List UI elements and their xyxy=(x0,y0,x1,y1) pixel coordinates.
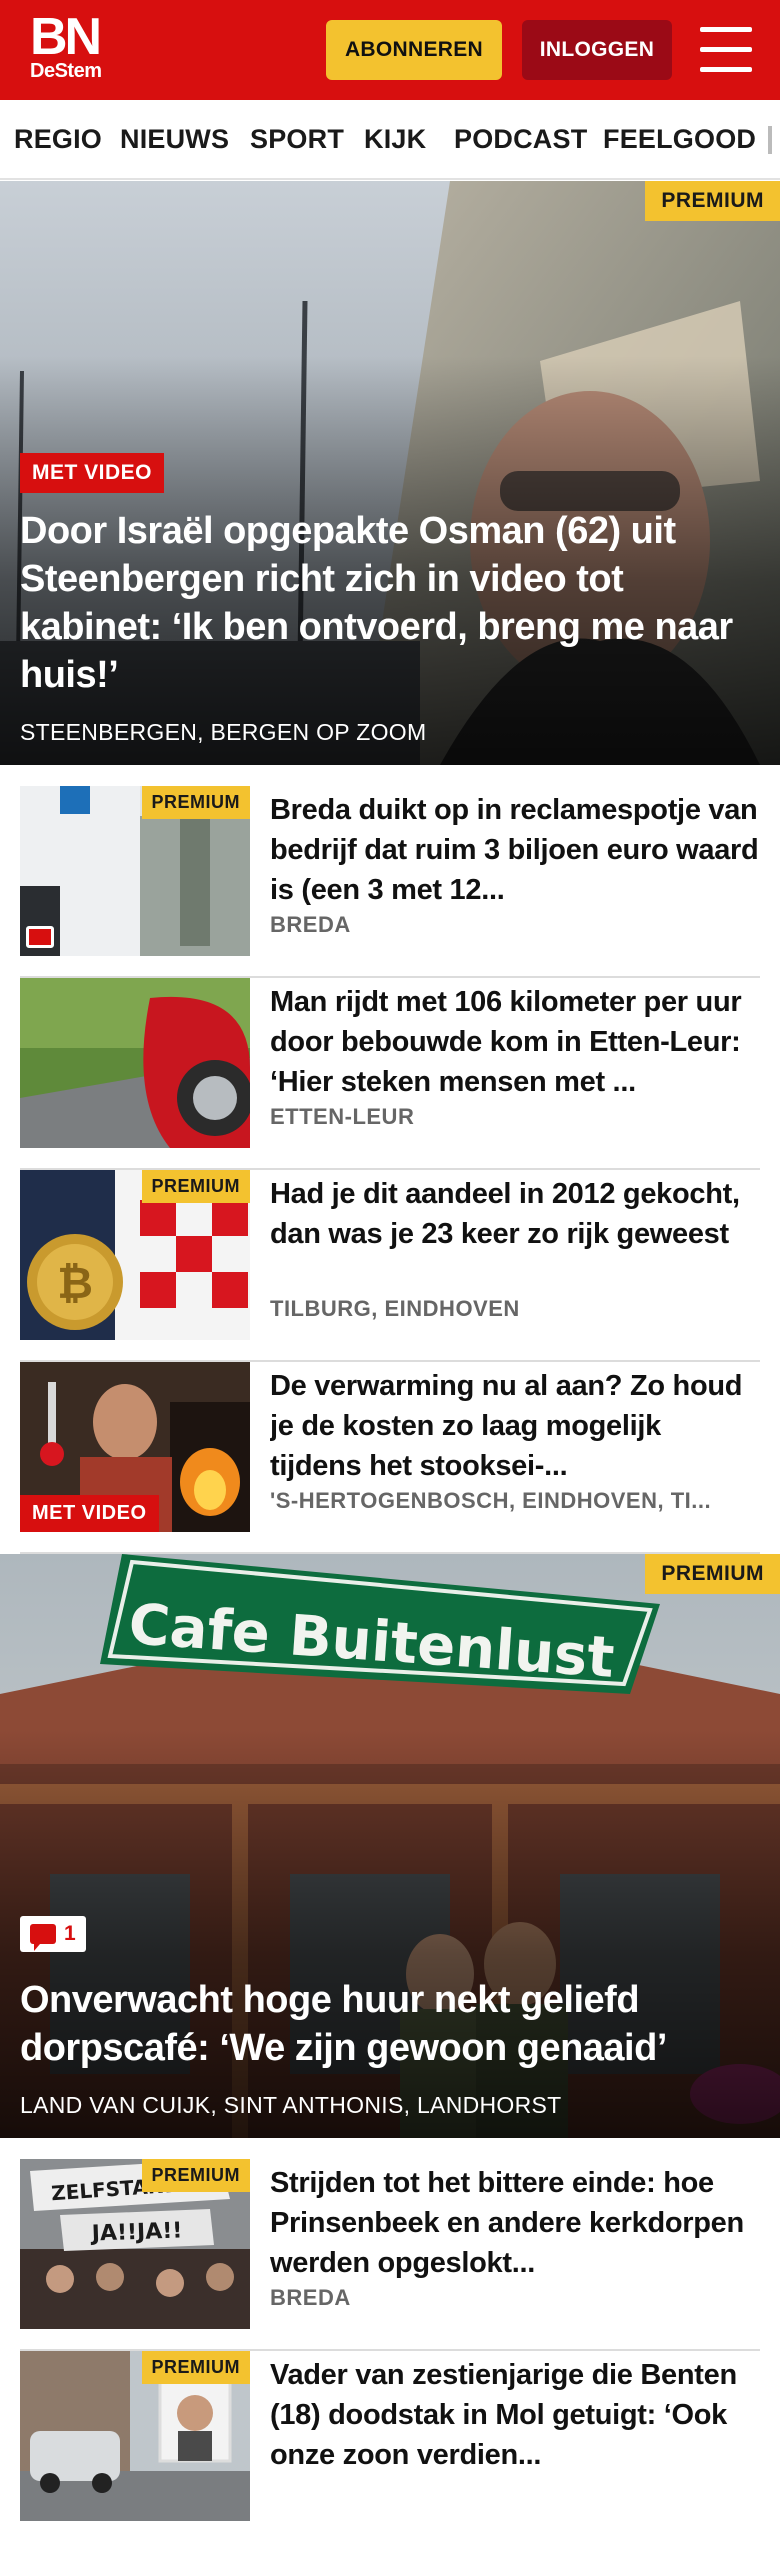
hamburger-menu-icon[interactable] xyxy=(700,27,752,73)
comment-icon xyxy=(26,926,54,948)
article-thumbnail: PREMIUM xyxy=(20,2351,250,2521)
premium-badge: PREMIUM xyxy=(141,2159,250,2192)
article-thumbnail: ₿ PREMIUM xyxy=(20,1170,250,1340)
site-logo[interactable]: BN DeStem xyxy=(30,8,102,82)
list-item[interactable]: PREMIUM Breda duikt op in reclamespotje … xyxy=(20,786,760,978)
hero-article-1[interactable]: PREMIUM MET VIDEO Door Israël opgepakte … xyxy=(0,181,780,765)
premium-badge: PREMIUM xyxy=(141,786,250,819)
video-badge: MET VIDEO xyxy=(20,453,165,493)
login-button[interactable]: INLOGGEN xyxy=(522,20,672,80)
list-item[interactable]: MET VIDEO De verwarming nu al aan? Zo ho… xyxy=(20,1362,760,1554)
hero-title[interactable]: Onverwacht hoge huur nekt geliefd dorpsc… xyxy=(20,1976,760,2072)
article-title[interactable]: Had je dit aandeel in 2012 gekocht, dan … xyxy=(270,1174,760,1254)
thumb-image-speeding-car xyxy=(20,978,250,1148)
article-title[interactable]: Breda duikt op in reclamespotje van bedr… xyxy=(270,790,760,910)
list-item[interactable]: Man rijdt met 106 kilometer per uur door… xyxy=(20,978,760,1170)
svg-text:₿: ₿ xyxy=(57,1258,93,1309)
section-nav: REGIO NIEUWS SPORT KIJK PODCAST FEELGOOD xyxy=(0,100,780,180)
nav-item-sport[interactable]: SPORT xyxy=(250,124,344,155)
article-thumbnail: ZELFSTANDIG JA!!JA!! PREMIUM xyxy=(20,2159,250,2329)
comment-icon xyxy=(30,1924,56,1951)
article-location: BREDA xyxy=(270,912,351,937)
premium-badge: PREMIUM xyxy=(141,2351,250,2384)
article-thumbnail: MET VIDEO xyxy=(20,1362,250,1532)
article-title[interactable]: Man rijdt met 106 kilometer per uur door… xyxy=(270,982,760,1102)
article-thumbnail: PREMIUM xyxy=(20,786,250,956)
banner-text-2: JA!!JA!! xyxy=(89,2218,182,2246)
nav-item-podcast[interactable]: PODCAST xyxy=(454,124,587,155)
article-location: TILBURG, EINDHOVEN xyxy=(270,1296,520,1321)
hero-title[interactable]: Door Israël opgepakte Osman (62) uit Ste… xyxy=(20,507,760,699)
hero-location: LAND VAN CUIJK, SINT ANTHONIS, LANDHORST xyxy=(20,2092,562,2118)
comment-count-badge[interactable]: 1 xyxy=(20,1916,86,1952)
logo-subtext: DeStem xyxy=(30,60,102,82)
article-title[interactable]: Strijden tot het bittere einde: hoe Prin… xyxy=(270,2163,760,2283)
premium-badge: PREMIUM xyxy=(645,181,780,221)
hero-location: STEENBERGEN, BERGEN OP ZOOM xyxy=(20,719,427,745)
nav-item-kijk[interactable]: KIJK xyxy=(364,124,426,155)
video-badge: MET VIDEO xyxy=(20,1495,159,1532)
hero-article-2[interactable]: Cafe Buitenlust PREMIUM 1 Onverwacht hog… xyxy=(0,1554,780,2138)
premium-badge: PREMIUM xyxy=(645,1554,780,1594)
article-title[interactable]: Vader van zestienjarige die Benten (18) … xyxy=(270,2355,760,2475)
nav-item-feelgood[interactable]: FEELGOOD xyxy=(603,124,756,155)
nav-scroll-hint xyxy=(768,126,772,154)
premium-badge: PREMIUM xyxy=(141,1170,250,1203)
article-location: BREDA xyxy=(270,2285,351,2310)
article-title[interactable]: De verwarming nu al aan? Zo houd je de k… xyxy=(270,1366,760,1486)
site-header: BN DeStem ABONNEREN INLOGGEN xyxy=(0,0,780,100)
article-thumbnail xyxy=(20,978,250,1148)
article-location: 'S-HERTOGENBOSCH, EINDHOVEN, TI... xyxy=(270,1488,712,1513)
list-item[interactable]: ZELFSTANDIG JA!!JA!! PREMIUM Strijden to… xyxy=(20,2159,760,2351)
comment-count: 1 xyxy=(64,1922,76,1945)
article-location: ETTEN-LEUR xyxy=(270,1104,415,1129)
list-item[interactable]: PREMIUM Vader van zestienjarige die Bent… xyxy=(20,2351,760,2543)
hero-shade xyxy=(0,1729,780,2138)
nav-item-nieuws[interactable]: NIEUWS xyxy=(120,124,229,155)
subscribe-button[interactable]: ABONNEREN xyxy=(326,20,502,80)
list-item[interactable]: ₿ PREMIUM Had je dit aandeel in 2012 gek… xyxy=(20,1170,760,1362)
logo-text: BN xyxy=(30,8,102,66)
nav-item-regio[interactable]: REGIO xyxy=(14,124,102,155)
